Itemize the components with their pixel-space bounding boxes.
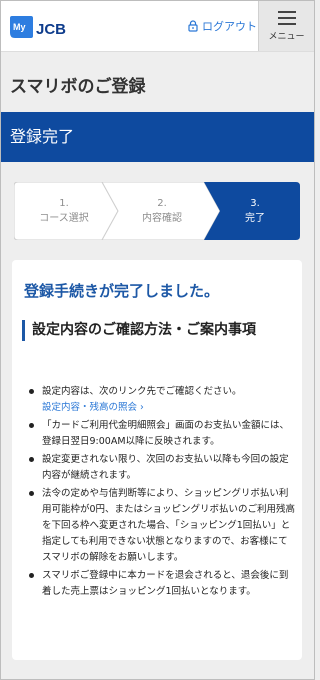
jcb-logo[interactable]: My JCB <box>9 15 77 39</box>
logo-my-text: My <box>13 22 26 32</box>
menu-button[interactable]: メニュー <box>258 1 314 51</box>
logout-label: ログアウト <box>202 20 257 33</box>
step-3-label: 完了 <box>245 213 265 224</box>
progress-stepper: 1. コース選択 2. 内容確認 3. 完了 <box>14 182 300 240</box>
chevron-right-icon: › <box>140 402 144 413</box>
content-card: 登録手続きが完了しました。 設定内容のご確認方法・ご案内事項 設定内容は、次のリ… <box>12 260 302 660</box>
link-label: 設定内容・残高の照会 <box>42 402 138 413</box>
status-band-title: 登録完了 <box>0 112 315 162</box>
step-3-number: 3. <box>250 198 260 209</box>
completion-message: 登録手続きが完了しました。 <box>24 282 220 300</box>
list-item-text: 「カードご利用代金明細照会」画面のお支払い金額には、登録日翌日9:00AM以降に… <box>42 420 290 447</box>
list-item: 設定変更されない限り、次回のお支払い以降も今回の設定内容が継続されます。 <box>26 452 296 484</box>
step-1-number: 1. <box>59 198 69 209</box>
app-header: My JCB ログアウト メニュー <box>0 0 315 52</box>
step-1-label: コース選択 <box>39 213 89 224</box>
step-course-select: 1. コース選択 <box>14 182 114 240</box>
page-title: スマリボのご登録 <box>10 77 146 97</box>
step-2-number: 2. <box>157 198 167 209</box>
list-item-text: スマリボご登録中に本カードを退会されると、退会後に到着した売上票はショッピング1… <box>42 570 289 597</box>
hamburger-icon <box>277 10 296 25</box>
list-item: 法令の定めや与信判断等により、ショッピングリボ払い利用可能枠が0円、またはショッ… <box>26 486 296 566</box>
step-confirm: 2. 内容確認 <box>110 182 214 240</box>
list-item-text: 法令の定めや与信判断等により、ショッピングリボ払い利用可能枠が0円、またはショッ… <box>42 488 296 563</box>
list-item: 「カードご利用代金明細照会」画面のお支払い金額には、登録日翌日9:00AM以降に… <box>26 418 296 450</box>
lock-icon <box>188 20 198 32</box>
step-2-label: 内容確認 <box>142 213 182 224</box>
settings-balance-link[interactable]: 設定内容・残高の照会 › <box>42 400 296 416</box>
logo-brand-text: JCB <box>36 21 66 38</box>
notice-list: 設定内容は、次のリンク先でご確認ください。 設定内容・残高の照会 › 「カードご利… <box>26 384 296 602</box>
logout-link[interactable]: ログアウト <box>188 16 257 36</box>
list-item-text: 設定変更されない限り、次回のお支払い以降も今回の設定内容が継続されます。 <box>42 454 289 481</box>
list-item: 設定内容は、次のリンク先でご確認ください。 設定内容・残高の照会 › <box>26 384 296 416</box>
step-complete: 3. 完了 <box>210 182 300 240</box>
section-heading: 設定内容のご確認方法・ご案内事項 <box>22 320 294 341</box>
list-item-text: 設定内容は、次のリンク先でご確認ください。 <box>42 386 242 397</box>
list-item: スマリボご登録中に本カードを退会されると、退会後に到着した売上票はショッピング1… <box>26 568 296 600</box>
menu-label: メニュー <box>268 31 305 42</box>
